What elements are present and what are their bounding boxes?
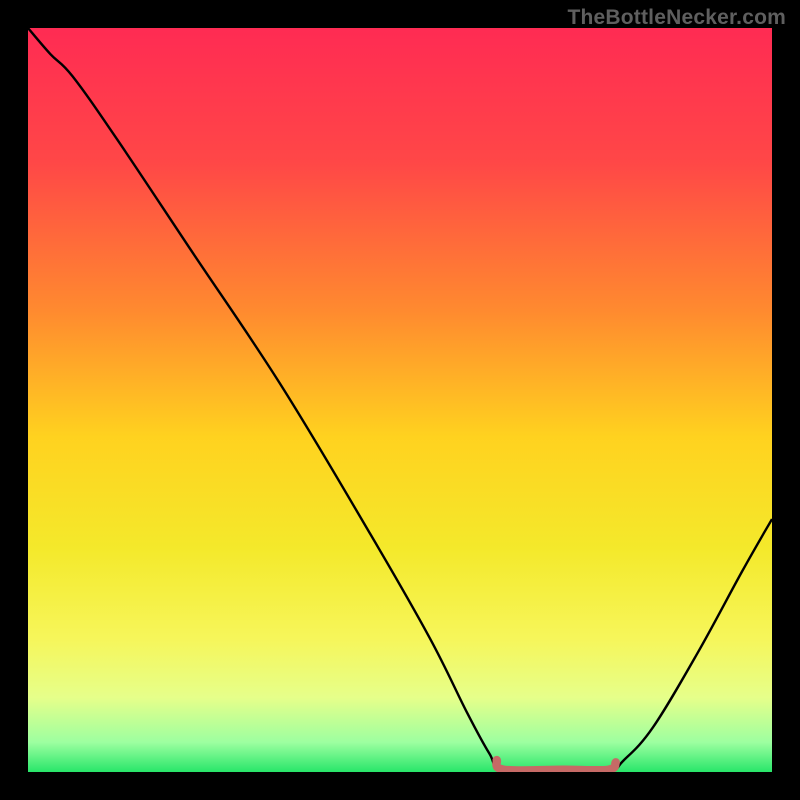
chart-stage: TheBottleNecker.com [0, 0, 800, 800]
watermark-label: TheBottleNecker.com [567, 6, 786, 30]
gradient-rect [28, 28, 772, 772]
chart-svg [28, 28, 772, 772]
plot-area [28, 28, 772, 772]
